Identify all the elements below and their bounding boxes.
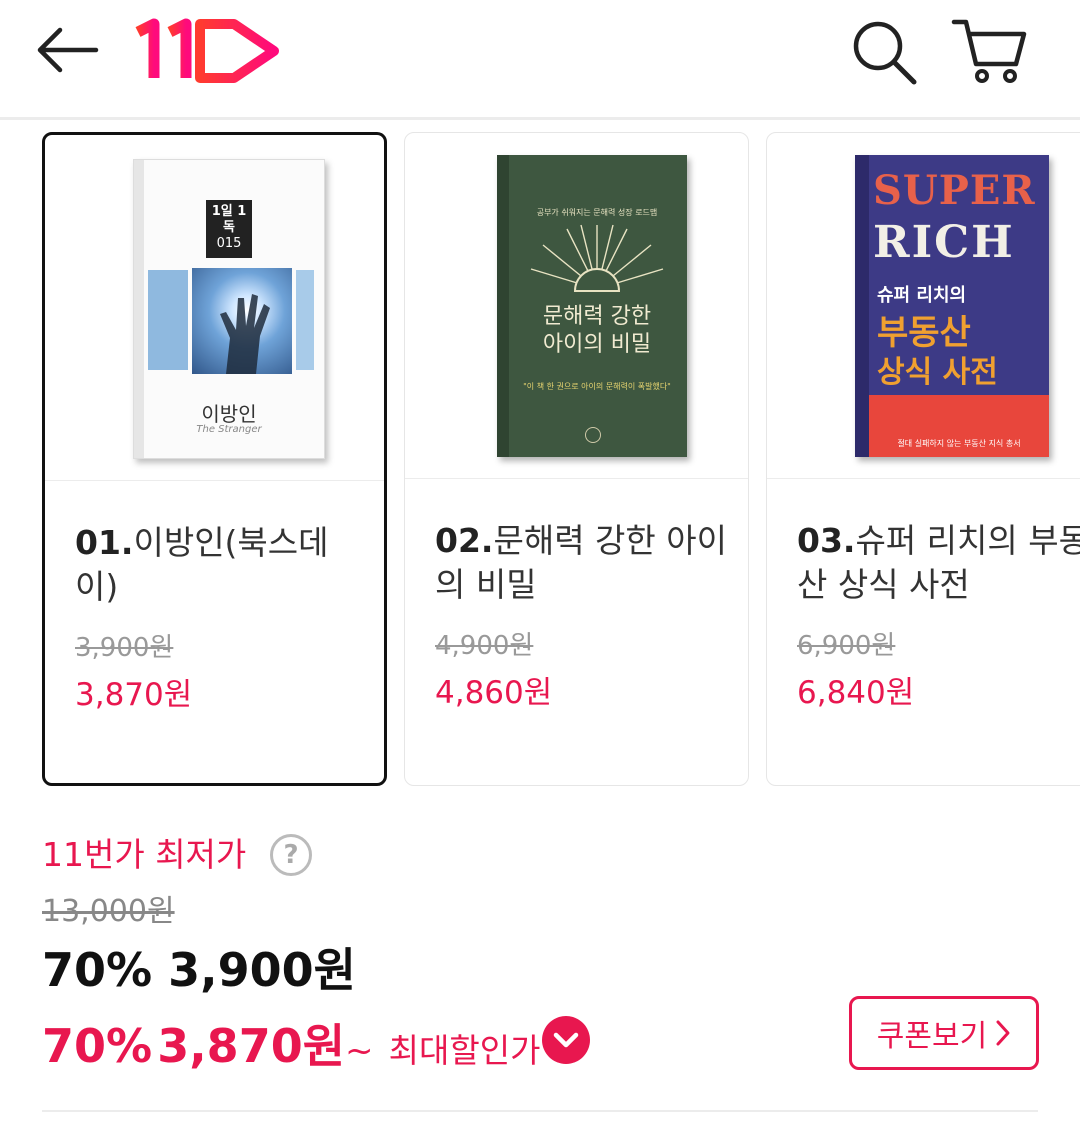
cover-title: 이방인 <box>201 402 257 426</box>
section-divider <box>42 1110 1038 1112</box>
max-discount-label[interactable]: 최대할인가 <box>389 1031 541 1070</box>
eleven-street-logo[interactable] <box>134 14 284 84</box>
coupon-button-label: 쿠폰보기 <box>876 1019 988 1054</box>
cover-ko-line3: 상식 사전 <box>877 355 998 390</box>
product-title[interactable]: 03.슈퍼 리치의 부동산 상식 사전 <box>797 519 1080 607</box>
eleven-logo-icon <box>135 18 279 83</box>
max-discount-row: 70% 3,870원~ 최대할인가 <box>42 1010 540 1076</box>
view-coupon-button[interactable]: 쿠폰보기 <box>849 996 1039 1070</box>
book-cover-image: SUPER RICH 슈퍼 리치의 부동산 상식 사전 절대 실패하지 않는 부… <box>855 155 1049 457</box>
product-thumbnail: SUPER RICH 슈퍼 리치의 부동산 상식 사전 절대 실패하지 않는 부… <box>767 133 1080 479</box>
chevron-down-icon <box>553 1032 579 1048</box>
original-price: 4,900원 <box>435 631 534 661</box>
product-thumbnail: 1일 1독 015 이방인 The Stranger <box>45 135 384 481</box>
lowest-price-label: 11번가 최저가 <box>42 835 247 874</box>
product-title[interactable]: 02.문해력 강한 아이의 비밀 <box>435 519 730 607</box>
cover-title-line2: 아이의 비밀 <box>542 332 652 357</box>
list-price: 13,000원 <box>42 894 175 929</box>
book-cover-image: 1일 1독 015 이방인 The Stranger <box>133 159 325 459</box>
cover-quote: "이 책 한 권으로 아이의 문해력이 폭발했다" <box>523 382 671 391</box>
product-rank: 03. <box>797 521 856 560</box>
book-cover-image: 공부가 쉬워지는 문해력 성장 로드맵 문해력 강한 아이의 비밀 "이 책 한… <box>497 155 687 457</box>
back-button[interactable] <box>30 20 106 80</box>
top-header <box>0 0 1080 120</box>
product-card-1[interactable]: 1일 1독 015 이방인 The Stranger 01.이방인(북스데이) … <box>42 132 387 786</box>
sale-price: 3,870원 <box>75 677 193 713</box>
max-price-suffix: ~ <box>345 1031 374 1071</box>
max-discount-toggle[interactable] <box>542 1016 590 1064</box>
product-rank: 01. <box>75 523 134 562</box>
cover-bottom-text: 절대 실패하지 않는 부동산 지식 총서 <box>897 439 1021 448</box>
cart-icon <box>951 19 1027 83</box>
cover-subtitle: The Stranger <box>196 424 262 435</box>
help-icon[interactable]: ? <box>270 834 312 876</box>
max-discount-price: 3,870원 <box>157 1019 346 1073</box>
product-thumbnail: 공부가 쉬워지는 문해력 성장 로드맵 문해력 강한 아이의 비밀 "이 책 한… <box>405 133 748 479</box>
discount-price-row: 70% 3,900원 <box>42 934 356 1000</box>
cart-button[interactable] <box>950 14 1030 88</box>
cover-title-line1: 문해력 강한 <box>542 304 652 329</box>
chevron-right-icon <box>996 1020 1010 1046</box>
hand-silhouette-icon <box>220 294 270 374</box>
sale-price: 4,860원 <box>435 675 553 711</box>
product-rank: 02. <box>435 521 494 560</box>
series-label: 1일 1독 <box>211 204 247 235</box>
cover-big-line2: RICH <box>873 217 1015 268</box>
search-icon <box>853 21 917 85</box>
arrow-left-icon <box>37 27 99 73</box>
product-card-3[interactable]: SUPER RICH 슈퍼 리치의 부동산 상식 사전 절대 실패하지 않는 부… <box>766 132 1080 786</box>
discount-price: 3,900원 <box>168 943 356 997</box>
cover-big-line1: SUPER <box>873 167 1036 214</box>
cover-ko-line1: 슈퍼 리치의 <box>877 285 967 306</box>
search-button[interactable] <box>848 14 922 88</box>
product-card-2[interactable]: 공부가 쉬워지는 문해력 성장 로드맵 문해력 강한 아이의 비밀 "이 책 한… <box>404 132 749 786</box>
sunburst-icon <box>530 224 664 292</box>
product-title[interactable]: 01.이방인(북스데이) <box>75 521 366 609</box>
sale-price: 6,840원 <box>797 675 915 711</box>
original-price: 6,900원 <box>797 631 896 661</box>
related-products-carousel[interactable]: 1일 1독 015 이방인 The Stranger 01.이방인(북스데이) … <box>0 132 1080 788</box>
original-price: 3,900원 <box>75 633 174 663</box>
max-discount-percent: 70% <box>42 1019 153 1073</box>
series-number: 015 <box>216 236 242 251</box>
discount-percent: 70% <box>42 943 153 997</box>
